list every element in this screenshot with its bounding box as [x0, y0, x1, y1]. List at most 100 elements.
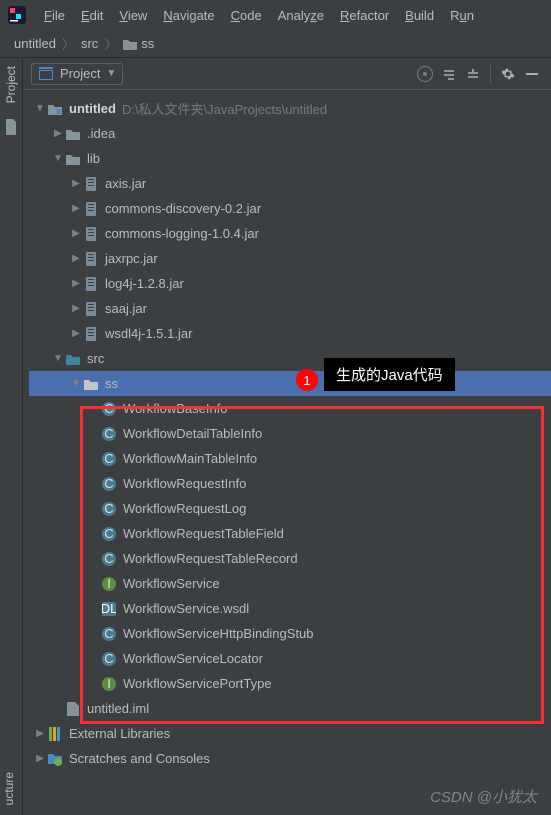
tree-label: ss — [105, 376, 118, 391]
menubar: FFileile Edit View Navigate Code Analyze… — [0, 0, 551, 30]
tree-label: lib — [87, 151, 100, 166]
tree-arrow-icon[interactable] — [69, 178, 83, 189]
tree-row[interactable]: src — [29, 346, 551, 371]
tree-row[interactable]: C WorkflowBaseInfo — [29, 396, 551, 421]
breadcrumb-src[interactable]: src — [81, 36, 98, 51]
tree-row[interactable]: C WorkflowMainTableInfo — [29, 446, 551, 471]
view-selector[interactable]: Project ▼ — [31, 63, 123, 85]
interface-icon: I — [101, 676, 117, 692]
tree-row[interactable]: commons-discovery-0.2.jar — [29, 196, 551, 221]
menu-run[interactable]: Run — [442, 5, 482, 26]
settings-icon[interactable] — [497, 63, 519, 85]
tree-arrow-icon[interactable] — [33, 728, 47, 739]
tree-row[interactable]: jaxrpc.jar — [29, 246, 551, 271]
tree-row[interactable]: C WorkflowRequestLog — [29, 496, 551, 521]
file-icon[interactable] — [4, 119, 18, 138]
divider — [490, 64, 491, 84]
tab-structure[interactable]: ucture — [0, 768, 18, 809]
tree-row[interactable]: External Libraries — [29, 721, 551, 746]
menu-refactor[interactable]: Refactor — [332, 5, 397, 26]
tree-label: WorkflowRequestLog — [123, 501, 246, 516]
menu-file[interactable]: FFileile — [36, 5, 73, 26]
tree-row[interactable]: Scratches and Consoles — [29, 746, 551, 771]
tree-label: WorkflowRequestTableRecord — [123, 551, 298, 566]
file-icon — [65, 701, 81, 717]
package-icon — [83, 376, 99, 392]
breadcrumb-ss[interactable]: ss — [141, 36, 154, 51]
tree-path: D:\私人文件夹\JavaProjects\untitled — [122, 99, 327, 118]
tree-row[interactable]: .idea — [29, 121, 551, 146]
tree-row[interactable]: log4j-1.2.8.jar — [29, 271, 551, 296]
tree-row[interactable]: CWorkflowServiceLocator — [29, 646, 551, 671]
tree-arrow-icon[interactable] — [51, 153, 65, 164]
svg-text:I: I — [107, 677, 111, 691]
class-icon: C — [101, 501, 117, 517]
tree-row[interactable]: untitledD:\私人文件夹\JavaProjects\untitled — [29, 96, 551, 121]
tree-label: commons-logging-1.0.4.jar — [105, 226, 259, 241]
tree-arrow-icon[interactable] — [69, 253, 83, 264]
tree-row[interactable]: untitled.iml — [29, 696, 551, 721]
menu-edit[interactable]: Edit — [73, 5, 111, 26]
menu-analyze[interactable]: Analyze — [270, 5, 332, 26]
folder-icon — [65, 151, 81, 167]
tree-row[interactable]: saaj.jar — [29, 296, 551, 321]
tree-arrow-icon[interactable] — [69, 303, 83, 314]
menu-build[interactable]: Build — [397, 5, 442, 26]
tree-label: WorkflowRequestTableField — [123, 526, 284, 541]
tree-row[interactable]: CWorkflowRequestInfo — [29, 471, 551, 496]
tree-label: log4j-1.2.8.jar — [105, 276, 184, 291]
tree-label: WorkflowMainTableInfo — [123, 451, 257, 466]
expand-all-icon[interactable] — [438, 63, 460, 85]
tree-row[interactable]: lib — [29, 146, 551, 171]
tree-label: saaj.jar — [105, 301, 147, 316]
tree-row[interactable]: IWorkflowServicePortType — [29, 671, 551, 696]
tree-row[interactable]: wsdl4j-1.5.1.jar — [29, 321, 551, 346]
tree-row[interactable]: DLWorkflowService.wsdl — [29, 596, 551, 621]
tree-label: WorkflowBaseInfo — [123, 401, 228, 416]
breadcrumb-project[interactable]: untitled — [14, 36, 56, 51]
tree-label: untitled.iml — [87, 701, 149, 716]
side-tabstrip: Project — [0, 58, 22, 146]
select-opened-file-icon[interactable] — [414, 63, 436, 85]
tree-row[interactable]: CWorkflowRequestTableField — [29, 521, 551, 546]
chevron-right-icon: 〉 — [104, 34, 117, 53]
tree-row[interactable]: CWorkflowServiceHttpBindingStub — [29, 621, 551, 646]
tree-row[interactable]: axis.jar — [29, 171, 551, 196]
class-icon: C — [101, 426, 117, 442]
tree-row[interactable]: commons-logging-1.0.4.jar — [29, 221, 551, 246]
tree-label: WorkflowServiceLocator — [123, 651, 263, 666]
tree-label: External Libraries — [69, 726, 170, 741]
minimize-icon[interactable] — [521, 63, 543, 85]
tree-row[interactable]: ss — [29, 371, 551, 396]
tree-row[interactable]: IWorkflowService — [29, 571, 551, 596]
interface-icon: I — [101, 576, 117, 592]
svg-text:I: I — [107, 577, 111, 591]
tree-arrow-icon[interactable] — [69, 228, 83, 239]
class-icon: C — [101, 551, 117, 567]
tree-arrow-icon[interactable] — [33, 103, 47, 114]
tree-arrow-icon[interactable] — [69, 378, 83, 389]
menu-navigate[interactable]: Navigate — [155, 5, 222, 26]
jar-icon — [83, 251, 99, 267]
class-icon: C — [101, 401, 117, 417]
tree-arrow-icon[interactable] — [51, 353, 65, 364]
menu-code[interactable]: Code — [223, 5, 270, 26]
tree-arrow-icon[interactable] — [33, 753, 47, 764]
tree-arrow-icon[interactable] — [69, 203, 83, 214]
folder-icon — [123, 38, 137, 50]
tree-arrow-icon[interactable] — [51, 128, 65, 139]
tree-row[interactable]: CWorkflowDetailTableInfo — [29, 421, 551, 446]
tab-project[interactable]: Project — [2, 58, 20, 111]
menu-view[interactable]: View — [111, 5, 155, 26]
svg-text:C: C — [104, 627, 113, 641]
breadcrumb: untitled 〉 src 〉 ss — [0, 30, 551, 58]
svg-text:C: C — [104, 477, 113, 491]
svg-text:C: C — [104, 452, 113, 466]
project-tree[interactable]: untitledD:\私人文件夹\JavaProjects\untitled .i… — [23, 90, 551, 811]
tree-label: .idea — [87, 126, 115, 141]
tree-row[interactable]: C WorkflowRequestTableRecord — [29, 546, 551, 571]
collapse-all-icon[interactable] — [462, 63, 484, 85]
tree-arrow-icon[interactable] — [69, 328, 83, 339]
tree-label: commons-discovery-0.2.jar — [105, 201, 261, 216]
tree-arrow-icon[interactable] — [69, 278, 83, 289]
